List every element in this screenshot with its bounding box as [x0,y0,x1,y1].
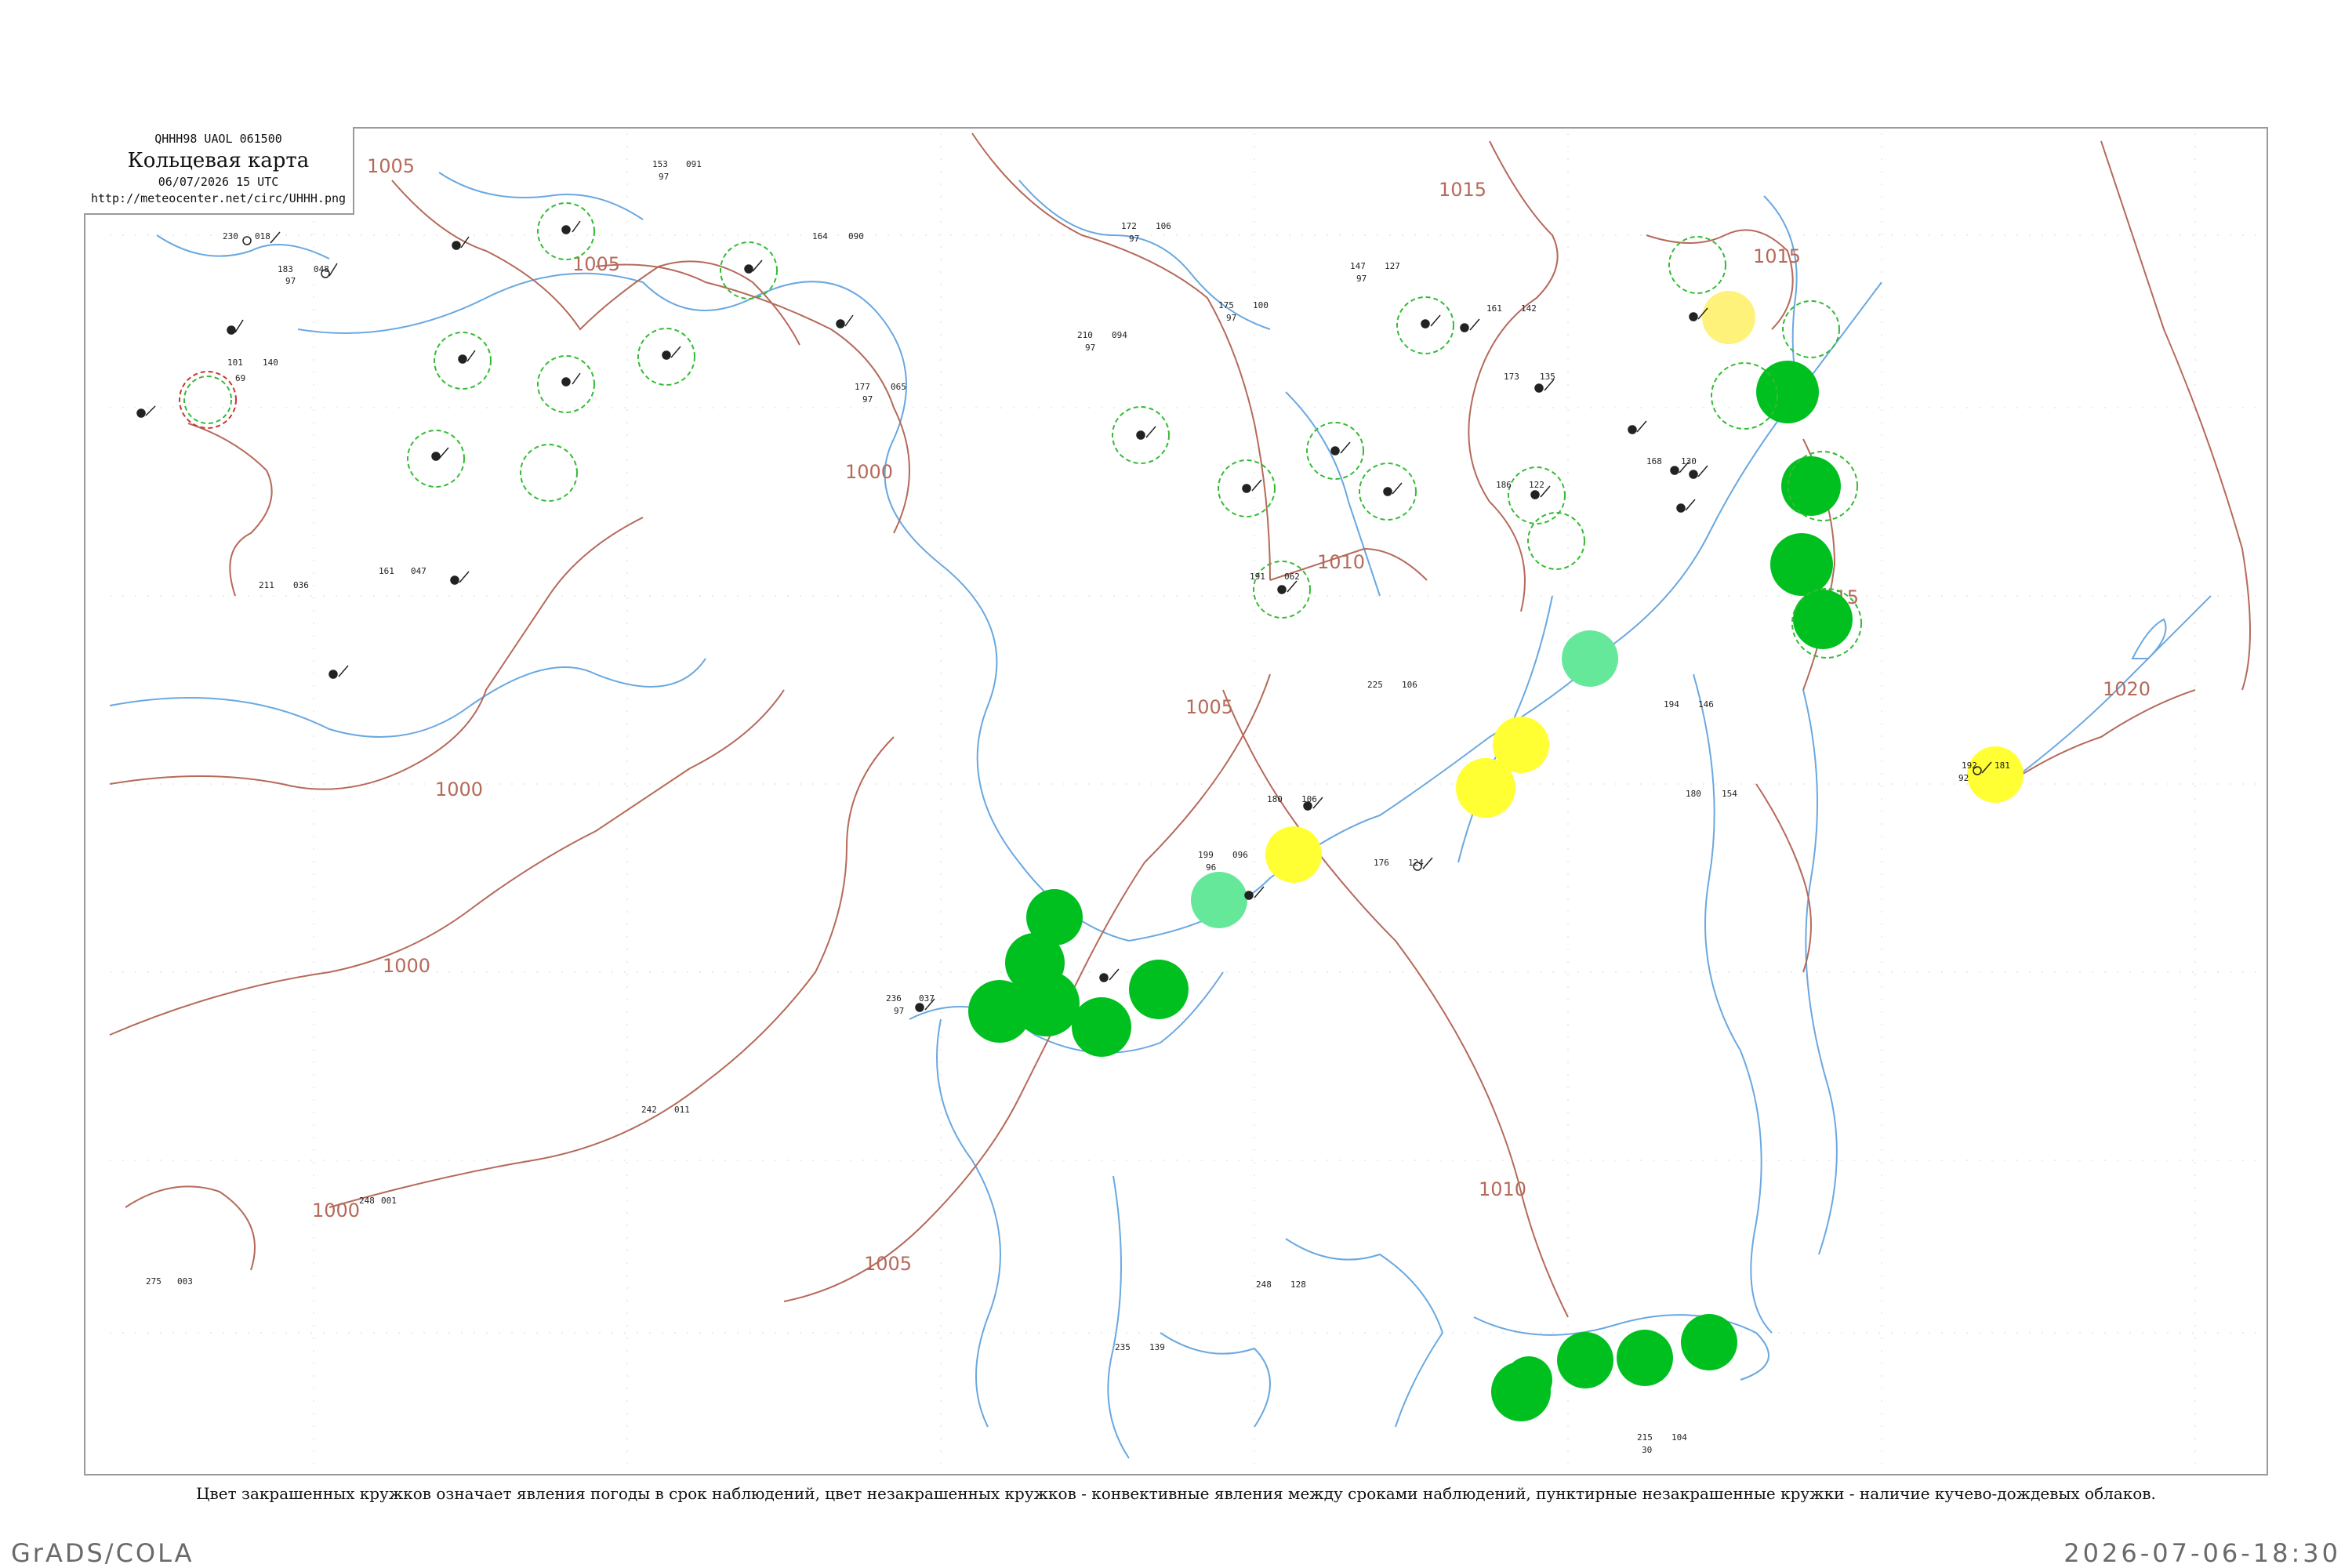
generation-timestamp: 2026-07-06-18:30 [2063,1538,2341,1568]
bulletin-code: QHHH98 UAOL 061500 [154,132,282,146]
map-header: QHHH98 UAOL 061500 Кольцевая карта 06/07… [84,127,354,215]
legend-caption: Цвет закрашенных кружков означает явлени… [196,1484,2156,1503]
map-url: http://meteocenter.net/circ/UHHH.png [90,191,347,205]
map-datetime: 06/07/2026 15 UTC [158,175,279,189]
grads-credit: GrADS/COLA [11,1538,194,1568]
map-frame [84,127,2268,1475]
map-title: Кольцевая карта [127,149,310,172]
